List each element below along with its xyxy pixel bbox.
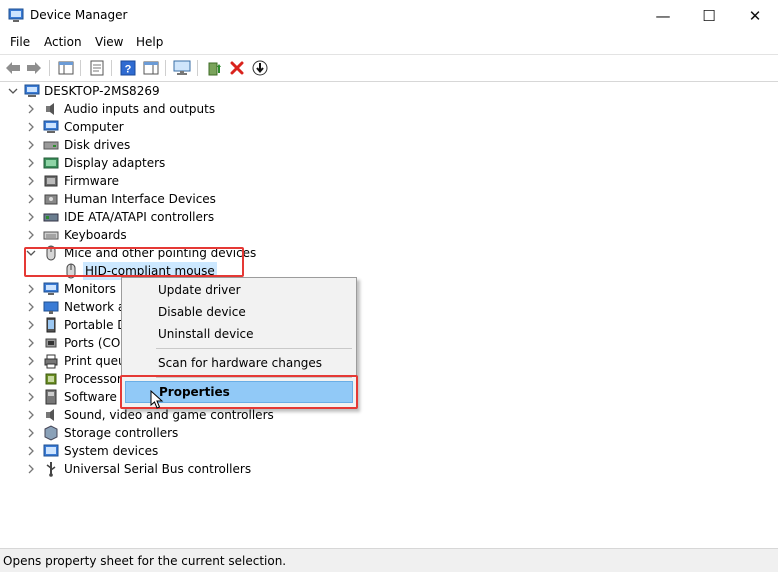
usb-icon	[46, 462, 56, 477]
ctx-scan-hardware[interactable]: Scan for hardware changes	[124, 352, 354, 374]
forward-icon[interactable]	[24, 58, 44, 78]
uninstall-icon[interactable]	[227, 58, 247, 78]
menu-help[interactable]: Help	[136, 35, 163, 49]
tree-category-label[interactable]: Processors	[64, 370, 128, 388]
processor-icon	[45, 373, 57, 385]
expand-chevron-icon[interactable]	[26, 104, 36, 114]
expand-chevron-icon[interactable]	[26, 194, 36, 204]
toolbar-separator	[80, 60, 81, 76]
svg-text:?: ?	[125, 64, 132, 76]
expand-chevron-icon[interactable]	[26, 230, 36, 240]
storage-controller-icon	[44, 425, 58, 441]
software-device-icon	[45, 389, 57, 405]
tree-category-label[interactable]: Disk drives	[64, 136, 130, 154]
expand-chevron-icon[interactable]	[26, 464, 36, 474]
maximize-button[interactable]: ☐	[686, 0, 732, 31]
expand-chevron-icon[interactable]	[26, 410, 36, 420]
ctx-disable-device[interactable]: Disable device	[124, 301, 354, 323]
action-pane-icon[interactable]	[141, 58, 161, 78]
title-bar: Device Manager — ☐ ✕	[0, 0, 778, 31]
device-tree[interactable]: DESKTOP-2MS8269 Audio inputs and outputs…	[0, 81, 778, 548]
expand-chevron-icon[interactable]	[26, 158, 36, 168]
computer-icon	[24, 84, 40, 97]
close-button[interactable]: ✕	[732, 0, 778, 31]
expand-chevron-icon[interactable]	[26, 302, 36, 312]
tree-category-label[interactable]: Firmware	[64, 172, 119, 190]
expand-chevron-icon[interactable]	[26, 320, 36, 330]
expand-chevron-icon[interactable]	[26, 284, 36, 294]
tree-category-label[interactable]: Storage controllers	[64, 424, 178, 442]
keyboard-icon	[43, 231, 59, 240]
back-icon[interactable]	[3, 58, 23, 78]
download-icon[interactable]	[250, 58, 270, 78]
toolbar: ?	[0, 54, 778, 82]
expand-chevron-icon[interactable]	[26, 212, 36, 222]
expand-chevron-icon[interactable]	[26, 338, 36, 348]
printer-icon	[44, 354, 58, 369]
ctx-update-driver[interactable]: Update driver	[124, 279, 354, 301]
toolbar-separator	[165, 60, 166, 76]
tree-category-label[interactable]: Universal Serial Bus controllers	[64, 460, 251, 478]
network-adapter-icon	[43, 301, 59, 314]
firmware-icon	[44, 175, 58, 187]
menu-bar: File Action View Help	[0, 31, 778, 53]
expand-chevron-icon[interactable]	[26, 140, 36, 150]
tree-category-label[interactable]: Display adapters	[64, 154, 165, 172]
port-icon	[45, 338, 57, 348]
monitor-icon	[43, 282, 59, 295]
toolbar-separator	[49, 60, 50, 76]
tree-category-label[interactable]: Keyboards	[64, 226, 127, 244]
computer-icon	[43, 120, 59, 133]
update-driver-icon[interactable]	[204, 58, 224, 78]
tree-category-label[interactable]: Monitors	[64, 280, 116, 298]
tree-category-label[interactable]: Audio inputs and outputs	[64, 100, 215, 118]
tree-category-label[interactable]: Human Interface Devices	[64, 190, 216, 208]
status-text: Opens property sheet for the current sel…	[3, 554, 287, 568]
disk-drive-icon	[43, 141, 59, 150]
tree-category-label[interactable]: Software d	[64, 388, 128, 406]
portable-device-icon	[46, 317, 56, 333]
tree-category-label[interactable]: System devices	[64, 442, 158, 460]
properties-icon[interactable]	[87, 58, 107, 78]
expand-chevron-icon[interactable]	[26, 176, 36, 186]
expand-chevron-icon[interactable]	[26, 392, 36, 402]
show-hide-console-tree-icon[interactable]	[56, 58, 76, 78]
annotation-highlight-mice	[24, 247, 244, 277]
system-device-icon	[43, 444, 59, 457]
status-bar: Opens property sheet for the current sel…	[0, 548, 778, 572]
hid-icon	[44, 194, 58, 205]
ctx-uninstall-device[interactable]: Uninstall device	[124, 323, 354, 345]
monitor-scan-icon[interactable]	[172, 58, 192, 78]
toolbar-separator	[111, 60, 112, 76]
ide-controller-icon	[43, 213, 59, 222]
mouse-cursor-icon	[150, 390, 164, 409]
expand-chevron-icon[interactable]	[26, 356, 36, 366]
help-icon[interactable]: ?	[118, 58, 138, 78]
ctx-separator	[156, 348, 352, 349]
expand-chevron-icon[interactable]	[26, 374, 36, 384]
speaker-icon	[46, 103, 54, 115]
device-manager-app-icon	[8, 8, 24, 22]
display-adapter-icon	[43, 157, 59, 169]
minimize-button[interactable]: —	[640, 0, 686, 31]
expand-chevron-icon[interactable]	[26, 446, 36, 456]
toolbar-separator	[197, 60, 198, 76]
window-title: Device Manager	[30, 8, 128, 22]
menu-file[interactable]: File	[10, 35, 30, 49]
expand-chevron-icon[interactable]	[26, 122, 36, 132]
sound-icon	[46, 409, 54, 421]
expand-chevron-icon[interactable]	[26, 428, 36, 438]
tree-root-label[interactable]: DESKTOP-2MS8269	[44, 82, 160, 100]
collapse-chevron-icon[interactable]	[8, 86, 18, 96]
menu-view[interactable]: View	[95, 35, 123, 49]
tree-category-label[interactable]: IDE ATA/ATAPI controllers	[64, 208, 214, 226]
tree-category-label[interactable]: Computer	[64, 118, 124, 136]
menu-action[interactable]: Action	[44, 35, 82, 49]
